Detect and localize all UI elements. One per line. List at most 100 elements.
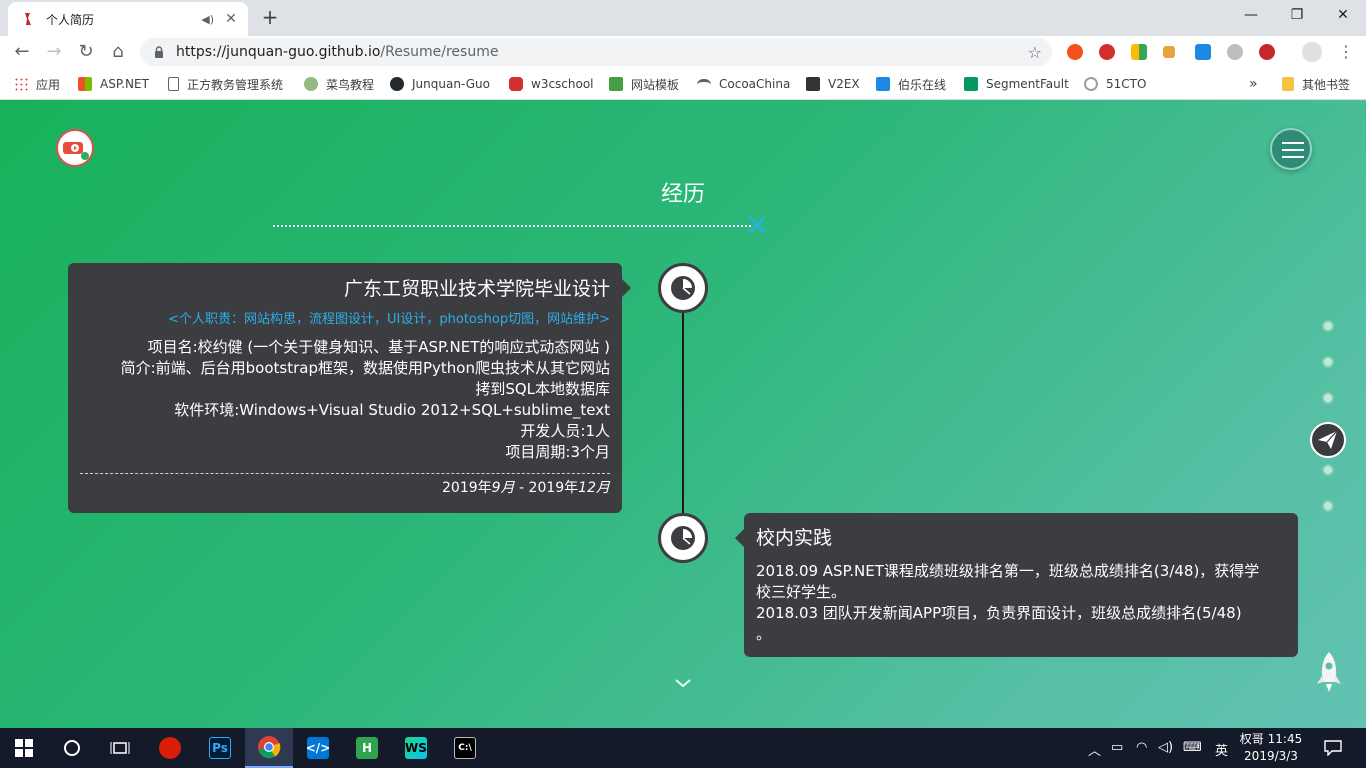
timeline-line — [682, 310, 684, 538]
card-line: 软件环境:Windows+Visual Studio 2012+SQL+subl… — [174, 401, 610, 419]
task-view-button[interactable] — [96, 728, 144, 768]
battery-icon[interactable]: ▭ — [1111, 740, 1123, 755]
weibo-icon[interactable] — [1227, 44, 1243, 60]
menu-dots-icon[interactable]: ⋮ — [1334, 40, 1358, 64]
experience-card-campus: 校内实践 2018.09 ASP.NET课程成绩班级排名第一，班级总成绩排名(3… — [735, 513, 1298, 657]
windows-taskbar: Ps </> H WS C:\ ︿ ▭ ◠ ◁) ⌨ 英 权哥 11:45 20… — [0, 728, 1366, 768]
tab-close-icon[interactable]: ✕ — [222, 11, 240, 27]
volume-icon[interactable]: ◁) — [1158, 740, 1173, 755]
chrome-app[interactable] — [245, 728, 293, 768]
home-icon[interactable]: ⌂ — [106, 40, 130, 64]
pie-chart-icon — [671, 276, 695, 300]
tab-audio-icon[interactable]: ◀) — [201, 13, 214, 26]
netease-music-app[interactable] — [146, 728, 194, 768]
browser-tab[interactable]: 个人简历 ◀) ✕ — [8, 2, 248, 36]
section-nav-dot[interactable] — [1322, 500, 1334, 512]
extension-icon[interactable] — [1163, 46, 1175, 58]
url-text: https://junquan-guo.github.io/Resume/res… — [176, 44, 1028, 60]
bookmark-jiaowu[interactable]: 正方教务管理系统 — [168, 76, 283, 92]
address-bar[interactable]: https://junquan-guo.github.io/Resume/res… — [140, 38, 1052, 66]
bookmark-segmentfault[interactable]: SegmentFault — [964, 76, 1069, 92]
terminal-icon: C:\ — [454, 737, 476, 759]
input-language[interactable]: 英 — [1215, 740, 1228, 759]
extension-icon[interactable] — [1195, 44, 1211, 60]
bookmarks-overflow-button[interactable]: » — [1249, 76, 1258, 92]
timeline-node — [658, 513, 708, 563]
rocket-icon[interactable] — [1312, 650, 1346, 696]
card-title: 校内实践 — [756, 527, 833, 549]
star-icon[interactable]: ☆ — [1028, 43, 1042, 62]
bookmark-v2ex[interactable]: V2EX — [806, 76, 860, 92]
bookmark-runoob[interactable]: 菜鸟教程 — [304, 76, 374, 92]
hbuilder-app[interactable]: H — [343, 728, 391, 768]
card-line: 开发人员:1人 — [520, 422, 610, 440]
webstorm-icon: WS — [405, 737, 427, 759]
runoob-icon — [304, 77, 318, 91]
bookmark-jobbole[interactable]: 伯乐在线 — [876, 76, 946, 92]
extension-icon[interactable] — [1067, 44, 1083, 60]
windows-icon — [78, 77, 92, 91]
section-nav-dot[interactable] — [1322, 392, 1334, 404]
section-nav-dot[interactable] — [1322, 320, 1334, 332]
bookmark-label: 应用 — [36, 77, 61, 92]
page-icon — [168, 77, 179, 91]
start-button[interactable] — [0, 728, 48, 768]
restore-window-button[interactable]: ❐ — [1274, 4, 1320, 28]
minimize-window-button[interactable]: — — [1228, 4, 1274, 28]
clock-date: 2019/3/3 — [1244, 749, 1298, 763]
bookmark-label: 菜鸟教程 — [326, 77, 375, 92]
search-button[interactable] — [48, 728, 96, 768]
back-icon[interactable]: ← — [10, 40, 34, 64]
jobbole-icon — [876, 77, 890, 91]
period-part: - 2019年 — [514, 480, 579, 496]
card-line: 。 — [756, 625, 772, 643]
period-part: 2019年 — [442, 480, 492, 496]
bookmark-w3cschool[interactable]: w3cschool — [509, 76, 594, 92]
new-tab-button[interactable]: + — [258, 6, 282, 30]
card-divider — [80, 473, 610, 474]
extension-icon[interactable] — [1259, 44, 1275, 60]
vscode-app[interactable]: </> — [294, 728, 342, 768]
bookmark-51cto[interactable]: 51CTO — [1084, 76, 1146, 92]
chevron-down-icon[interactable] — [672, 672, 694, 694]
notification-center-button[interactable] — [1310, 728, 1356, 768]
adblock-icon[interactable] — [1099, 44, 1115, 60]
card-period: 2019年9月 - 2019年12月 — [80, 479, 610, 497]
other-bookmarks[interactable]: 其他书签 — [1282, 76, 1350, 92]
card-line: 项目名:校约健 (一个关于健身知识、基于ASP.NET的响应式动态网站 ) — [147, 338, 610, 356]
url-path: /Resume/resume — [380, 44, 499, 60]
apps-grid-icon — [14, 77, 28, 91]
bookmark-label: 网站模板 — [631, 77, 680, 92]
hamburger-icon[interactable] — [1270, 128, 1312, 170]
profile-avatar[interactable] — [1302, 42, 1322, 62]
section-nav-dot[interactable] — [1322, 356, 1334, 368]
bookmark-github[interactable]: Junquan-Guo — [390, 76, 490, 92]
section-nav-dot[interactable] — [1322, 464, 1334, 476]
bookmark-cocoachina[interactable]: CocoaChina — [697, 76, 790, 92]
card-description: 项目名:校约健 (一个关于健身知识、基于ASP.NET的响应式动态网站 ) 简介… — [80, 337, 610, 463]
extension-icon[interactable] — [1131, 44, 1147, 60]
paper-plane-icon — [1318, 430, 1338, 449]
folder-icon — [1282, 77, 1294, 91]
system-clock[interactable]: 权哥 11:45 2019/3/3 — [1236, 731, 1306, 765]
lock-icon — [155, 46, 163, 58]
bookmark-templates[interactable]: 网站模板 — [609, 76, 679, 92]
terminal-app[interactable]: C:\ — [441, 728, 489, 768]
section-nav-active[interactable] — [1310, 422, 1346, 458]
card-line: 简介:前端、后台用bootstrap框架，数据使用Python爬虫技术从其它网站 — [120, 359, 610, 377]
bookmark-label: 伯乐在线 — [898, 77, 947, 92]
webstorm-app[interactable]: WS — [392, 728, 440, 768]
bookmark-label: Junquan-Guo — [412, 77, 490, 91]
bookmark-apps[interactable]: 应用 — [14, 76, 60, 92]
task-view-icon — [110, 742, 130, 754]
wifi-icon[interactable]: ◠ — [1136, 740, 1147, 755]
site-logo-icon[interactable] — [55, 128, 95, 168]
clock-time: 11:45 — [1267, 732, 1303, 746]
photoshop-app[interactable]: Ps — [196, 728, 244, 768]
close-window-button[interactable]: ✕ — [1320, 4, 1366, 28]
reload-icon[interactable]: ↻ — [74, 40, 98, 64]
forward-icon[interactable]: → — [42, 40, 66, 64]
bookmark-aspnet[interactable]: ASP.NET — [78, 76, 149, 92]
tray-chevron-icon[interactable]: ︿ — [1088, 740, 1101, 759]
keyboard-icon[interactable]: ⌨ — [1183, 740, 1202, 755]
